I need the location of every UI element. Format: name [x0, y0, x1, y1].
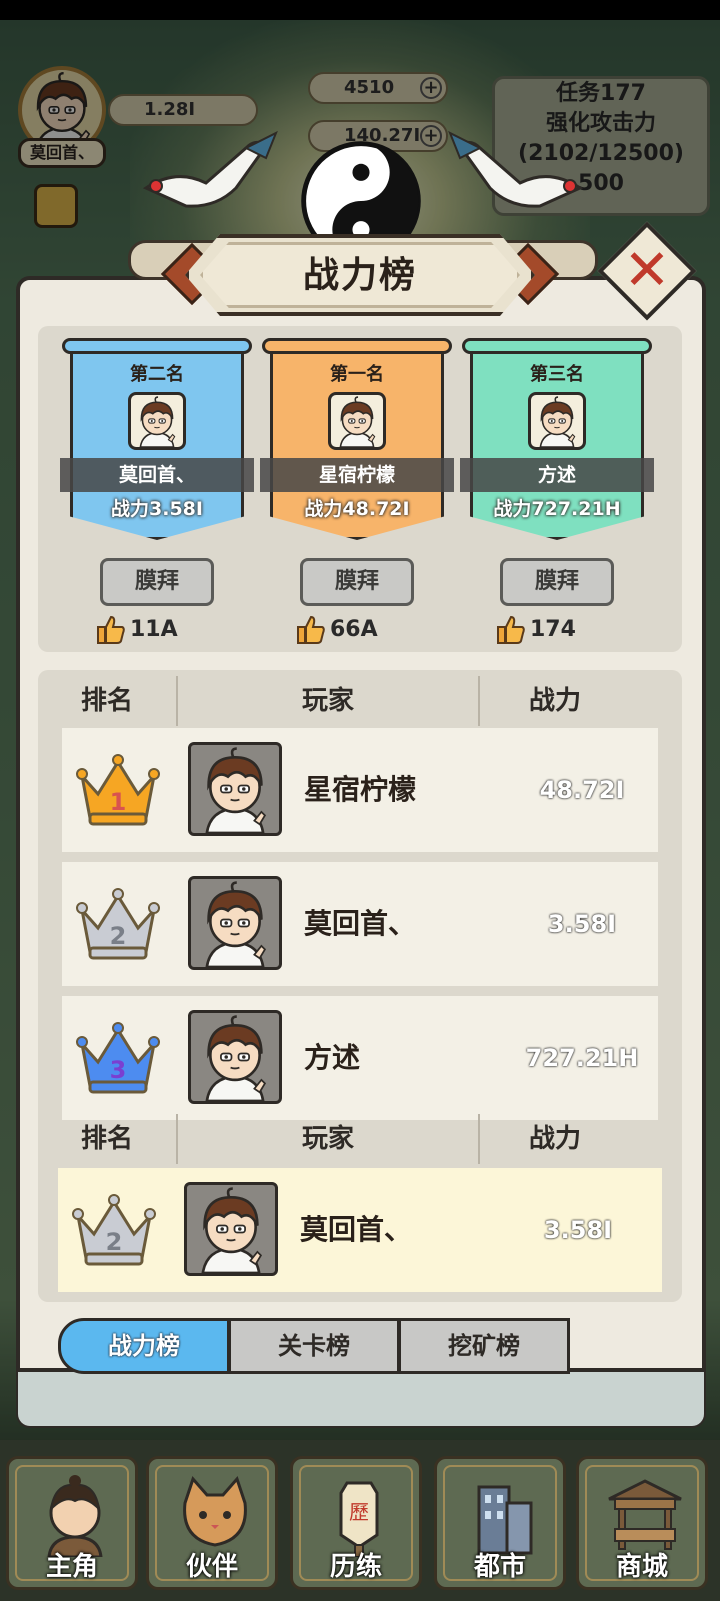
nav-shop[interactable]: 商城 — [576, 1456, 708, 1590]
header-rank: 排名 — [80, 686, 133, 716]
svg-text:3: 3 — [110, 1056, 127, 1084]
banner-rod — [462, 338, 652, 354]
podium-player-name: 星宿柠檬 — [260, 458, 454, 492]
like-count-value: 11A — [130, 617, 178, 642]
like-count-value: 66A — [330, 617, 378, 642]
nav-training[interactable]: 歷 历练 — [290, 1456, 422, 1590]
nav-label: 伙伴 — [185, 1552, 238, 1582]
player-power: 3.58I — [547, 910, 617, 938]
close-icon[interactable]: ✕ — [612, 236, 682, 306]
avatar — [184, 1182, 278, 1276]
podium-power: 战力727.21H — [493, 498, 621, 520]
podium-rank-label: 第二名 — [130, 364, 184, 385]
podium-rank-label: 第三名 — [530, 364, 584, 385]
podium-banner: 第三名方述战力727.21H — [460, 330, 654, 550]
avatar[interactable] — [528, 392, 586, 450]
avatar[interactable] — [128, 392, 186, 450]
svg-text:2: 2 — [110, 922, 127, 950]
nav-label: 主角 — [45, 1552, 98, 1582]
tab-stage[interactable]: 关卡榜 — [228, 1318, 400, 1374]
podium-rank-label: 第一名 — [330, 364, 384, 385]
panel-footer — [18, 1368, 704, 1426]
training-sign-icon: 歷 — [339, 1481, 379, 1557]
podium-power: 战力48.72I — [304, 498, 410, 520]
podium-banner: 第一名星宿柠檬战力48.72I — [260, 330, 454, 550]
shop-stall-icon — [608, 1479, 682, 1550]
tab-power[interactable]: 战力榜 — [58, 1318, 230, 1374]
thumbs-up-icon — [497, 615, 525, 644]
like-count-value: 174 — [530, 617, 576, 642]
player-name: 莫回首、 — [304, 907, 417, 940]
table-row[interactable]: 2 莫回首、 3.58I — [62, 862, 658, 986]
svg-text:2: 2 — [106, 1228, 123, 1256]
banner-rod — [62, 338, 252, 354]
nav-label: 历练 — [329, 1552, 382, 1582]
worship-button[interactable]: 膜拜 — [100, 558, 214, 606]
nav-label: 都市 — [473, 1552, 526, 1582]
avatar — [188, 1010, 282, 1104]
nav-city[interactable]: 都市 — [434, 1456, 566, 1590]
city-buildings-icon — [477, 1485, 533, 1555]
bottom-nav: 主角 伙伴 歷 历练 都市 商城 — [0, 1440, 720, 1601]
player-name: 星宿柠檬 — [304, 773, 417, 806]
table-header: 排名 玩家 战力 — [38, 672, 682, 730]
my-rank-row: 2 莫回首、 3.58I — [58, 1168, 662, 1292]
banner-rod — [262, 338, 452, 354]
protagonist-icon — [47, 1475, 103, 1557]
silver-crown-icon: 2 — [76, 886, 160, 962]
silver-crown-icon: 2 — [72, 1192, 156, 1268]
worship-button[interactable]: 膜拜 — [500, 558, 614, 606]
podium-player-name: 莫回首、 — [60, 458, 254, 492]
player-name: 方述 — [304, 1041, 361, 1074]
svg-text:1: 1 — [110, 788, 127, 816]
header-power: 战力 — [528, 686, 581, 716]
blue-crown-icon: 3 — [76, 1020, 160, 1096]
page-title: 战力榜 — [302, 255, 417, 296]
like-count: 66A — [296, 612, 378, 648]
podium-player-name: 方述 — [460, 458, 654, 492]
my-name: 莫回首、 — [300, 1213, 413, 1246]
like-count: 11A — [96, 612, 178, 648]
nav-partner[interactable]: 伙伴 — [146, 1456, 278, 1590]
crane-right-icon — [448, 130, 584, 208]
podium-banner: 第二名莫回首、战力3.58I — [60, 330, 254, 550]
like-count: 174 — [496, 612, 576, 648]
svg-text:歷: 歷 — [349, 1500, 369, 1524]
nav-protagonist[interactable]: 主角 — [6, 1456, 138, 1590]
podium-power: 战力3.58I — [111, 498, 203, 520]
player-power: 48.72I — [539, 776, 625, 804]
header-player: 玩家 — [301, 686, 354, 716]
my-power: 3.58I — [543, 1216, 613, 1244]
avatar[interactable] — [328, 392, 386, 450]
tab-mining[interactable]: 挖矿榜 — [398, 1318, 570, 1374]
my-rank-header: 排名 玩家 战力 — [38, 1110, 682, 1168]
worship-button[interactable]: 膜拜 — [300, 558, 414, 606]
table-row[interactable]: 3 方述 727.21H — [62, 996, 658, 1120]
header-player: 玩家 — [301, 1124, 354, 1154]
nav-label: 商城 — [615, 1552, 668, 1582]
player-power: 727.21H — [525, 1044, 639, 1072]
leaderboard-tabs: 战力榜 关卡榜 挖矿榜 — [58, 1318, 572, 1374]
header-rank: 排名 — [80, 1124, 133, 1154]
cat-partner-icon — [183, 1476, 247, 1547]
avatar — [188, 876, 282, 970]
gold-crown-icon: 1 — [76, 752, 160, 828]
avatar — [188, 742, 282, 836]
header-power: 战力 — [528, 1124, 581, 1154]
thumbs-up-icon — [97, 615, 125, 644]
crane-left-icon — [142, 130, 278, 208]
table-row[interactable]: 1 星宿柠檬 48.72I — [62, 728, 658, 852]
thumbs-up-icon — [297, 615, 325, 644]
